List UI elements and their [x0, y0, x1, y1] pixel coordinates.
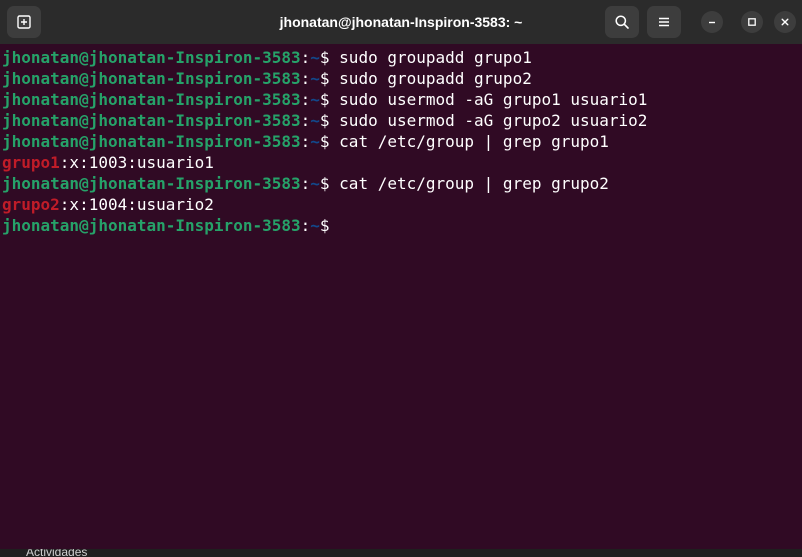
command-text: sudo usermod -aG grupo2 usuario2: [339, 111, 648, 130]
terminal-command-line: jhonatan@jhonatan-Inspiron-3583:~$ sudo …: [2, 68, 802, 89]
new-tab-button[interactable]: [7, 6, 41, 38]
prompt-path: ~: [310, 90, 320, 109]
prompt-dollar: $: [319, 132, 340, 151]
prompt-colon: :: [300, 90, 311, 109]
terminal-command-line: jhonatan@jhonatan-Inspiron-3583:~$ cat /…: [2, 173, 802, 194]
menu-button[interactable]: [647, 6, 681, 38]
prompt-colon: :: [300, 48, 311, 67]
maximize-icon: [748, 18, 756, 26]
prompt-path: ~: [310, 69, 320, 88]
prompt-dollar: $: [319, 111, 340, 130]
prompt-user-host: jhonatan@jhonatan-Inspiron-3583: [2, 111, 301, 130]
search-icon: [615, 15, 629, 29]
terminal-command-line: jhonatan@jhonatan-Inspiron-3583:~$ cat /…: [2, 131, 802, 152]
prompt-colon: :: [300, 132, 311, 151]
terminal-output-line: grupo1:x:1003:usuario1: [2, 152, 802, 173]
window-title: jhonatan@jhonatan-Inspiron-3583: ~: [279, 14, 523, 30]
command-text: sudo usermod -aG grupo1 usuario1: [339, 90, 648, 109]
close-icon: [781, 18, 789, 26]
prompt-colon: :: [300, 174, 311, 193]
new-tab-icon: [17, 15, 31, 29]
terminal-command-line: jhonatan@jhonatan-Inspiron-3583:~$ sudo …: [2, 89, 802, 110]
prompt-user-host: jhonatan@jhonatan-Inspiron-3583: [2, 90, 301, 109]
terminal-output[interactable]: jhonatan@jhonatan-Inspiron-3583:~$ sudo …: [2, 47, 802, 549]
search-button[interactable]: [605, 6, 639, 38]
taskbar-strip: Actividades: [0, 549, 802, 557]
grep-match-text: grupo1: [2, 153, 60, 172]
prompt-user-host: jhonatan@jhonatan-Inspiron-3583: [2, 69, 301, 88]
maximize-button[interactable]: [741, 11, 763, 33]
prompt-colon: :: [300, 69, 311, 88]
terminal-command-line: jhonatan@jhonatan-Inspiron-3583:~$ sudo …: [2, 47, 802, 68]
prompt-colon: :: [300, 216, 311, 235]
prompt-user-host: jhonatan@jhonatan-Inspiron-3583: [2, 48, 301, 67]
prompt-path: ~: [310, 111, 320, 130]
prompt-colon: :: [300, 111, 311, 130]
output-text: :x:1004:usuario2: [59, 195, 214, 214]
prompt-user-host: jhonatan@jhonatan-Inspiron-3583: [2, 216, 301, 235]
command-text: cat /etc/group | grep grupo2: [339, 174, 609, 193]
close-button[interactable]: [774, 11, 796, 33]
terminal-window: jhonatan@jhonatan-Inspiron-3583: ~ jhona…: [0, 0, 802, 557]
terminal-command-line: jhonatan@jhonatan-Inspiron-3583:~$ sudo …: [2, 110, 802, 131]
prompt-dollar: $: [319, 216, 340, 235]
prompt-path: ~: [310, 48, 320, 67]
command-text: sudo groupadd grupo1: [339, 48, 532, 67]
prompt-dollar: $: [319, 90, 340, 109]
prompt-path: ~: [310, 216, 320, 235]
prompt-path: ~: [310, 132, 320, 151]
prompt-user-host: jhonatan@jhonatan-Inspiron-3583: [2, 174, 301, 193]
grep-match-text: grupo2: [2, 195, 60, 214]
minimize-icon: [709, 21, 715, 24]
command-text: sudo groupadd grupo2: [339, 69, 532, 88]
prompt-user-host: jhonatan@jhonatan-Inspiron-3583: [2, 132, 301, 151]
command-text: cat /etc/group | grep grupo1: [339, 132, 609, 151]
minimize-button[interactable]: [701, 11, 723, 33]
hamburger-menu-icon: [659, 17, 669, 27]
title-bar[interactable]: jhonatan@jhonatan-Inspiron-3583: ~: [0, 0, 802, 44]
prompt-dollar: $: [319, 69, 340, 88]
prompt-dollar: $: [319, 174, 340, 193]
terminal-command-line: jhonatan@jhonatan-Inspiron-3583:~$: [2, 215, 802, 236]
output-text: :x:1003:usuario1: [59, 153, 214, 172]
activities-label[interactable]: Actividades: [26, 549, 87, 557]
prompt-dollar: $: [319, 48, 340, 67]
prompt-path: ~: [310, 174, 320, 193]
terminal-output-line: grupo2:x:1004:usuario2: [2, 194, 802, 215]
